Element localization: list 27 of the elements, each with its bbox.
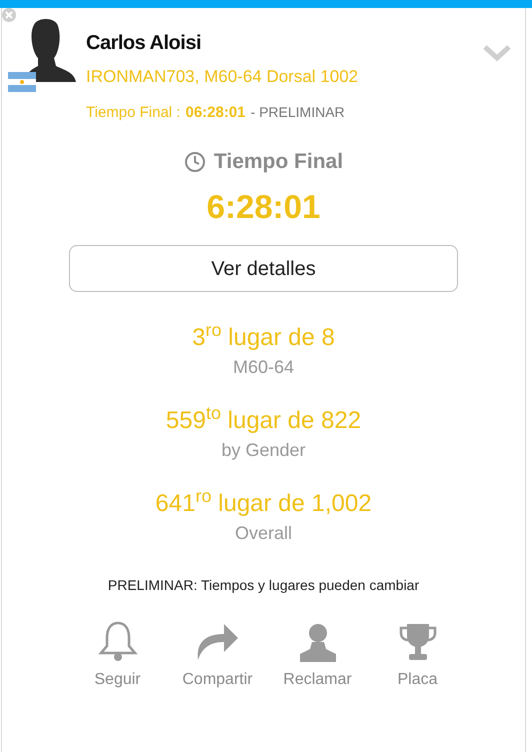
rank-category: M60-64 — [232, 356, 294, 379]
rank-category: Overall — [234, 522, 292, 545]
clock-icon — [184, 150, 206, 173]
preliminary-notice: PRELIMINAR: Tiempos y lugares pueden cambiar — [106, 576, 420, 595]
details-button[interactable]: Ver detalles — [69, 245, 458, 292]
action-button[interactable]: Placa — [378, 618, 456, 692]
action-button[interactable]: Seguir — [78, 618, 156, 692]
action-button[interactable]: Compartir — [178, 618, 256, 692]
final-time-label: Tiempo Final : — [86, 102, 180, 122]
rank-place: 559$^{to}$ lugar de 822 — [166, 405, 362, 436]
result-title: Tiempo Final — [214, 149, 344, 175]
close-icon[interactable] — [2, 8, 16, 22]
rank-place: 3$^{ro}$ lugar de 8 — [192, 322, 335, 353]
chevron-down-icon[interactable] — [483, 44, 511, 62]
final-time-value: 06:28:01 — [185, 102, 246, 122]
result-time: 6:28:01 — [206, 186, 322, 226]
share-icon — [196, 622, 240, 662]
rank-place: 641$^{ro}$ lugar de 1,002 — [155, 488, 372, 519]
action-button[interactable]: Reclamar — [278, 618, 356, 692]
athlete-name: Carlos Aloisi — [86, 31, 202, 56]
race-info: IRONMAN703, M60-64 Dorsal 1002 — [86, 66, 360, 88]
bell-icon — [98, 620, 138, 662]
person-icon — [298, 622, 338, 662]
argentina-flag-icon — [8, 72, 36, 92]
trophy-icon — [398, 622, 438, 662]
rank-category: by Gender — [221, 439, 306, 462]
status-label: - PRELIMINAR — [250, 102, 345, 122]
